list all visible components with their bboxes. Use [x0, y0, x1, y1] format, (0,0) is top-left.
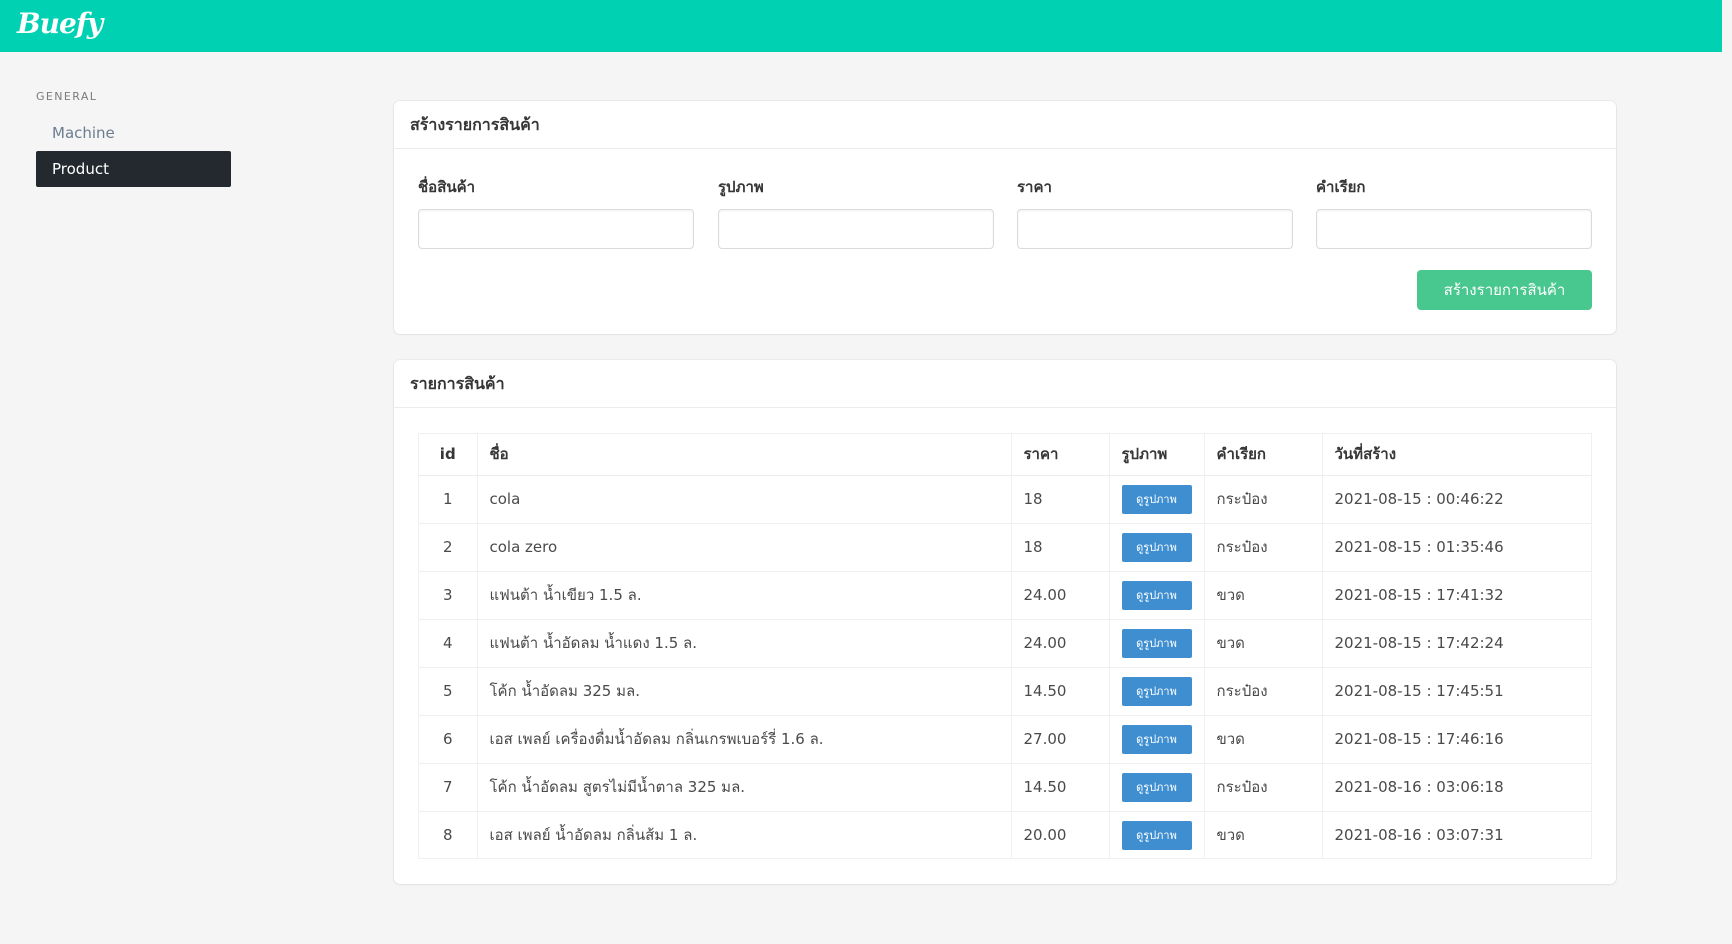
cell-name: โค้ก น้ำอัดลม สูตรไม่มีน้ำตาล 325 มล.	[477, 763, 1012, 812]
column-header-name[interactable]: ชื่อ	[477, 434, 1012, 476]
cell-image: ดูรูปภาพ	[1109, 811, 1205, 859]
cell-price: 18	[1011, 523, 1110, 572]
sidebar-item-machine[interactable]: Machine	[36, 115, 231, 151]
product-unit-label: คำเรียก	[1316, 178, 1366, 196]
cell-id: 7	[419, 763, 478, 812]
cell-unit: ขวด	[1204, 811, 1323, 859]
sidebar-item-product[interactable]: Product	[36, 151, 231, 187]
product-image-input[interactable]	[718, 209, 994, 249]
view-image-button[interactable]: ดูรูปภาพ	[1121, 628, 1192, 658]
table-row[interactable]: 6 เอส เพลย์ เครื่องดื่มน้ำอัดลม กลิ่นเกรพ…	[419, 715, 1591, 764]
view-image-button[interactable]: ดูรูปภาพ	[1121, 580, 1192, 610]
product-price-field: ราคา	[1017, 175, 1293, 249]
cell-created: 2021-08-15 : 17:46:16	[1322, 715, 1591, 764]
column-header-created[interactable]: วันที่สร้าง	[1322, 434, 1591, 476]
product-name-field: ชื่อสินค้า	[418, 175, 694, 249]
view-image-button[interactable]: ดูรูปภาพ	[1121, 724, 1192, 754]
cell-price: 20.00	[1011, 811, 1110, 859]
create-product-button[interactable]: สร้างรายการสินค้า	[1417, 270, 1592, 310]
product-table-wrapper: id ชื่อ ราคา รูปภาพ คำเรียก วันที่สร้าง …	[418, 433, 1592, 859]
column-header-price[interactable]: ราคา	[1011, 434, 1110, 476]
cell-image: ดูรูปภาพ	[1109, 667, 1205, 716]
product-unit-field: คำเรียก	[1316, 175, 1592, 249]
cell-name: เอส เพลย์ น้ำอัดลม กลิ่นส้ม 1 ล.	[477, 811, 1012, 859]
table-row[interactable]: 8 เอส เพลย์ น้ำอัดลม กลิ่นส้ม 1 ล. 20.00 ดู…	[419, 811, 1591, 859]
product-list-card: รายการสินค้า id ชื่อ ราคา รูปภาพ คำเรียก…	[394, 360, 1616, 884]
cell-id: 5	[419, 667, 478, 716]
brand-logo[interactable]: Buefy	[17, 7, 103, 40]
cell-image: ดูรูปภาพ	[1109, 571, 1205, 620]
cell-created: 2021-08-15 : 17:45:51	[1322, 667, 1591, 716]
table-row[interactable]: 4 แฟนต้า น้ำอัดลม น้ำแดง 1.5 ล. 24.00 ดูรูป…	[419, 619, 1591, 668]
product-list-title: รายการสินค้า	[394, 360, 1616, 408]
product-image-label: รูปภาพ	[718, 178, 764, 196]
cell-unit: กระป๋อง	[1204, 475, 1323, 524]
product-table: id ชื่อ ราคา รูปภาพ คำเรียก วันที่สร้าง …	[419, 434, 1591, 859]
table-row[interactable]: 3 แฟนต้า น้ำเขียว 1.5 ล. 24.00 ดูรูปภาพ ขวด 2…	[419, 571, 1591, 620]
cell-image: ดูรูปภาพ	[1109, 523, 1205, 572]
column-header-id[interactable]: id	[419, 434, 478, 476]
cell-name: แฟนต้า น้ำเขียว 1.5 ล.	[477, 571, 1012, 620]
table-row[interactable]: 1 cola 18 ดูรูปภาพ กระป๋อง 2021-08-15 : 00:46…	[419, 475, 1591, 524]
column-header-unit[interactable]: คำเรียก	[1204, 434, 1323, 476]
table-row[interactable]: 2 cola zero 18 ดูรูปภาพ กระป๋อง 2021-08-15 : …	[419, 523, 1591, 572]
product-image-field: รูปภาพ	[718, 175, 994, 249]
cell-name: cola	[477, 475, 1012, 524]
cell-id: 4	[419, 619, 478, 668]
cell-id: 8	[419, 811, 478, 859]
cell-price: 24.00	[1011, 571, 1110, 620]
cell-name: แฟนต้า น้ำอัดลม น้ำแดง 1.5 ล.	[477, 619, 1012, 668]
cell-image: ดูรูปภาพ	[1109, 763, 1205, 812]
cell-name: โค้ก น้ำอัดลม 325 มล.	[477, 667, 1012, 716]
create-card-title: สร้างรายการสินค้า	[394, 101, 1616, 149]
view-image-button[interactable]: ดูรูปภาพ	[1121, 772, 1192, 802]
cell-created: 2021-08-15 : 17:41:32	[1322, 571, 1591, 620]
cell-price: 24.00	[1011, 619, 1110, 668]
cell-created: 2021-08-15 : 00:46:22	[1322, 475, 1591, 524]
cell-id: 6	[419, 715, 478, 764]
cell-image: ดูรูปภาพ	[1109, 619, 1205, 668]
view-image-button[interactable]: ดูรูปภาพ	[1121, 532, 1192, 562]
view-image-button[interactable]: ดูรูปภาพ	[1121, 820, 1192, 850]
product-price-label: ราคา	[1017, 178, 1052, 196]
cell-id: 1	[419, 475, 478, 524]
product-name-label: ชื่อสินค้า	[418, 178, 476, 196]
table-header-row: id ชื่อ ราคา รูปภาพ คำเรียก วันที่สร้าง	[419, 434, 1591, 476]
cell-unit: กระป๋อง	[1204, 763, 1323, 812]
view-image-button[interactable]: ดูรูปภาพ	[1121, 676, 1192, 706]
cell-created: 2021-08-16 : 03:06:18	[1322, 763, 1591, 812]
cell-price: 27.00	[1011, 715, 1110, 764]
sidebar: GENERAL Machine Product	[36, 90, 231, 187]
cell-unit: กระป๋อง	[1204, 667, 1323, 716]
cell-image: ดูรูปภาพ	[1109, 715, 1205, 764]
cell-price: 14.50	[1011, 667, 1110, 716]
cell-unit: ขวด	[1204, 571, 1323, 620]
cell-price: 14.50	[1011, 763, 1110, 812]
cell-unit: กระป๋อง	[1204, 523, 1323, 572]
cell-unit: ขวด	[1204, 619, 1323, 668]
cell-id: 2	[419, 523, 478, 572]
view-image-button[interactable]: ดูรูปภาพ	[1121, 484, 1192, 514]
cell-name: cola zero	[477, 523, 1012, 572]
cell-created: 2021-08-16 : 03:07:31	[1334, 826, 1504, 845]
table-row[interactable]: 7 โค้ก น้ำอัดลม สูตรไม่มีน้ำตาล 325 มล. 14…	[419, 763, 1591, 812]
product-table-body: 1 cola 18 ดูรูปภาพ กระป๋อง 2021-08-15 : 00:46…	[419, 475, 1591, 859]
table-row[interactable]: 5 โค้ก น้ำอัดลม 325 มล. 14.50 ดูรูปภาพ กระป๋…	[419, 667, 1591, 716]
cell-image: ดูรูปภาพ	[1109, 475, 1205, 524]
cell-unit: ขวด	[1204, 715, 1323, 764]
create-product-card: สร้างรายการสินค้า ชื่อสินค้า รูปภาพ ราคา…	[394, 101, 1616, 334]
sidebar-section-label: GENERAL	[36, 90, 98, 103]
top-navbar: Buefy	[0, 0, 1722, 52]
cell-created: 2021-08-15 : 17:42:24	[1322, 619, 1591, 668]
product-price-input[interactable]	[1017, 209, 1293, 249]
product-unit-input[interactable]	[1316, 209, 1592, 249]
cell-created: 2021-08-15 : 01:35:46	[1322, 523, 1591, 572]
cell-id: 3	[419, 571, 478, 620]
cell-price: 18	[1011, 475, 1110, 524]
product-name-input[interactable]	[418, 209, 694, 249]
cell-name: เอส เพลย์ เครื่องดื่มน้ำอัดลม กลิ่นเกรพเ…	[477, 715, 1012, 764]
column-header-image[interactable]: รูปภาพ	[1109, 434, 1205, 476]
